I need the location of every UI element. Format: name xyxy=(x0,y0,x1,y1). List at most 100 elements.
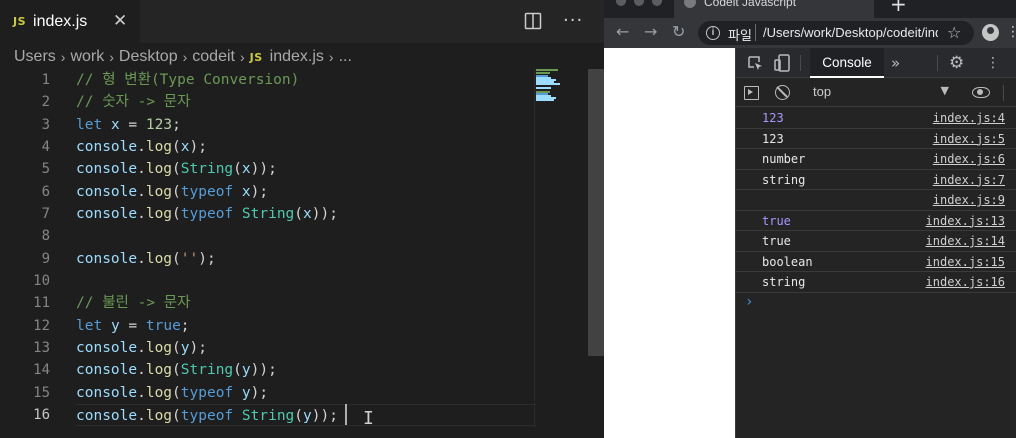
device-toolbar-icon[interactable] xyxy=(774,54,790,72)
code-text-area[interactable]: // 형 변환(Type Conversion) // 숫자 -> 문자 let x… xyxy=(76,69,536,427)
code-token: )); xyxy=(250,362,277,379)
code-token: . xyxy=(137,205,146,222)
code-token: . xyxy=(137,250,146,267)
line-number: 13 xyxy=(33,339,50,356)
console-source-link[interactable]: index.js:7 xyxy=(933,170,1005,190)
tab-console[interactable]: Console xyxy=(810,48,884,78)
bookmark-star-icon[interactable]: ☆ xyxy=(947,23,961,42)
code-line[interactable]: console.log(typeof x); xyxy=(76,181,536,203)
reload-icon[interactable]: ↻ xyxy=(672,22,685,42)
code-token: ; xyxy=(172,116,181,133)
code-line[interactable]: let y = true; xyxy=(76,315,536,337)
browser-menu-icon[interactable]: ⋮ xyxy=(1006,22,1016,42)
javascript-file-icon: JS xyxy=(13,15,27,28)
code-token: log xyxy=(145,407,173,424)
code-token: // 형 변환(Type Conversion) xyxy=(76,72,300,88)
editor-scrollbar-thumb[interactable] xyxy=(588,69,604,356)
code-token: ( xyxy=(172,362,181,379)
code-token: )); xyxy=(250,161,277,178)
breadcrumb-item-file[interactable]: index.js xyxy=(270,48,324,66)
code-token: x xyxy=(303,205,312,222)
profile-avatar-icon[interactable] xyxy=(982,24,999,41)
console-source-link[interactable]: index.js:5 xyxy=(933,129,1005,149)
console-source-link[interactable]: index.js:15 xyxy=(926,252,1005,272)
chevron-right-icon: › xyxy=(109,49,114,65)
forward-arrow-icon[interactable]: → xyxy=(644,22,657,42)
console-source-link[interactable]: index.js:9 xyxy=(933,190,1005,210)
clear-console-icon[interactable] xyxy=(775,85,790,100)
code-token: 123 xyxy=(145,116,173,133)
new-tab-button[interactable]: + xyxy=(890,0,907,16)
devtools-menu-icon[interactable]: ⋮ xyxy=(986,53,1000,73)
code-line[interactable]: // 불린 -> 문자 xyxy=(76,292,536,314)
more-tabs-icon[interactable]: » xyxy=(891,53,900,73)
code-token: = xyxy=(119,116,146,133)
code-token: ); xyxy=(189,138,207,155)
code-line[interactable]: console.log(String(x)); xyxy=(76,158,536,180)
code-token: ); xyxy=(189,339,207,356)
code-token: true xyxy=(145,317,181,334)
console-source-link[interactable]: index.js:6 xyxy=(933,149,1005,169)
minimap[interactable] xyxy=(534,68,590,102)
close-icon[interactable]: ✕ xyxy=(113,11,127,31)
console-source-link[interactable]: index.js:13 xyxy=(926,211,1005,231)
back-arrow-icon[interactable]: ← xyxy=(616,22,629,42)
window-zoom-dot[interactable] xyxy=(652,0,662,6)
window-close-dot[interactable] xyxy=(616,0,626,6)
code-token: x xyxy=(241,183,251,200)
code-token: . xyxy=(137,138,146,155)
code-token: log xyxy=(145,161,173,178)
code-token: typeof xyxy=(180,205,234,222)
console-sidebar-icon[interactable] xyxy=(744,86,759,100)
tab-index-js[interactable]: JS index.js ✕ xyxy=(0,0,140,43)
code-line[interactable]: // 숫자 -> 문자 xyxy=(76,91,536,113)
console-source-link[interactable]: index.js:16 xyxy=(926,272,1005,292)
chevron-right-icon: › xyxy=(182,49,188,65)
code-line[interactable]: console.log(typeof String(y)); xyxy=(76,403,536,427)
split-editor-icon[interactable] xyxy=(524,12,542,30)
console-message-text: true xyxy=(762,234,791,248)
console-prompt-icon[interactable]: › xyxy=(745,294,753,310)
code-line[interactable]: console.log(String(y)); xyxy=(76,359,536,381)
code-token: console xyxy=(76,183,138,200)
browser-tab[interactable]: Codeit Javascript xyxy=(674,0,874,18)
breadcrumb-item-users[interactable]: Users xyxy=(14,48,56,66)
code-token: '' xyxy=(180,250,199,267)
code-token: String xyxy=(180,161,234,178)
address-bar[interactable]: i 파일 /Users/work/Desktop/codeit/index.ht… xyxy=(698,21,974,45)
code-line[interactable]: // 형 변환(Type Conversion) xyxy=(76,69,536,91)
live-expression-eye-icon[interactable] xyxy=(972,87,990,98)
line-number: 6 xyxy=(41,183,50,200)
code-line[interactable]: console.log(typeof String(x)); xyxy=(76,203,536,225)
more-actions-icon[interactable]: ··· xyxy=(563,10,583,31)
console-message-text: string xyxy=(762,275,806,289)
code-line[interactable] xyxy=(76,225,536,247)
breadcrumb-item-symbols[interactable]: ... xyxy=(339,48,352,66)
console-message: true index.js:13 xyxy=(736,211,1016,231)
code-line[interactable]: console.log(typeof y); xyxy=(76,382,536,404)
execution-context-select[interactable]: top ▼ xyxy=(805,81,955,104)
console-source-link[interactable]: index.js:14 xyxy=(926,231,1005,251)
code-line[interactable]: let x = 123; xyxy=(76,114,536,136)
code-line[interactable]: console.log(''); xyxy=(76,248,536,270)
site-info-icon[interactable]: i xyxy=(706,26,720,40)
line-number: 2 xyxy=(41,94,50,111)
code-token: ( xyxy=(172,183,181,200)
breadcrumb-item-desktop[interactable]: Desktop xyxy=(119,48,178,66)
breadcrumb-item-codeit[interactable]: codeit xyxy=(192,48,235,66)
breadcrumb-item-work[interactable]: work xyxy=(70,48,104,66)
code-token: String xyxy=(241,407,295,424)
line-number: 5 xyxy=(41,161,50,178)
code-line[interactable] xyxy=(76,270,536,292)
code-line[interactable]: console.log(y); xyxy=(76,337,536,359)
code-token: ( xyxy=(172,339,181,356)
browser-window: Codeit Javascript + ← → ↻ i 파일 /Users/wo… xyxy=(604,0,1016,438)
gear-icon[interactable]: ⚙ xyxy=(949,52,964,74)
inspect-element-icon[interactable] xyxy=(747,55,763,71)
console-source-link[interactable]: index.js:4 xyxy=(933,108,1005,128)
url-text[interactable]: /Users/work/Desktop/codeit/index.html xyxy=(763,25,938,40)
window-minimize-dot[interactable] xyxy=(634,0,644,6)
code-line[interactable]: console.log(x); xyxy=(76,136,536,158)
